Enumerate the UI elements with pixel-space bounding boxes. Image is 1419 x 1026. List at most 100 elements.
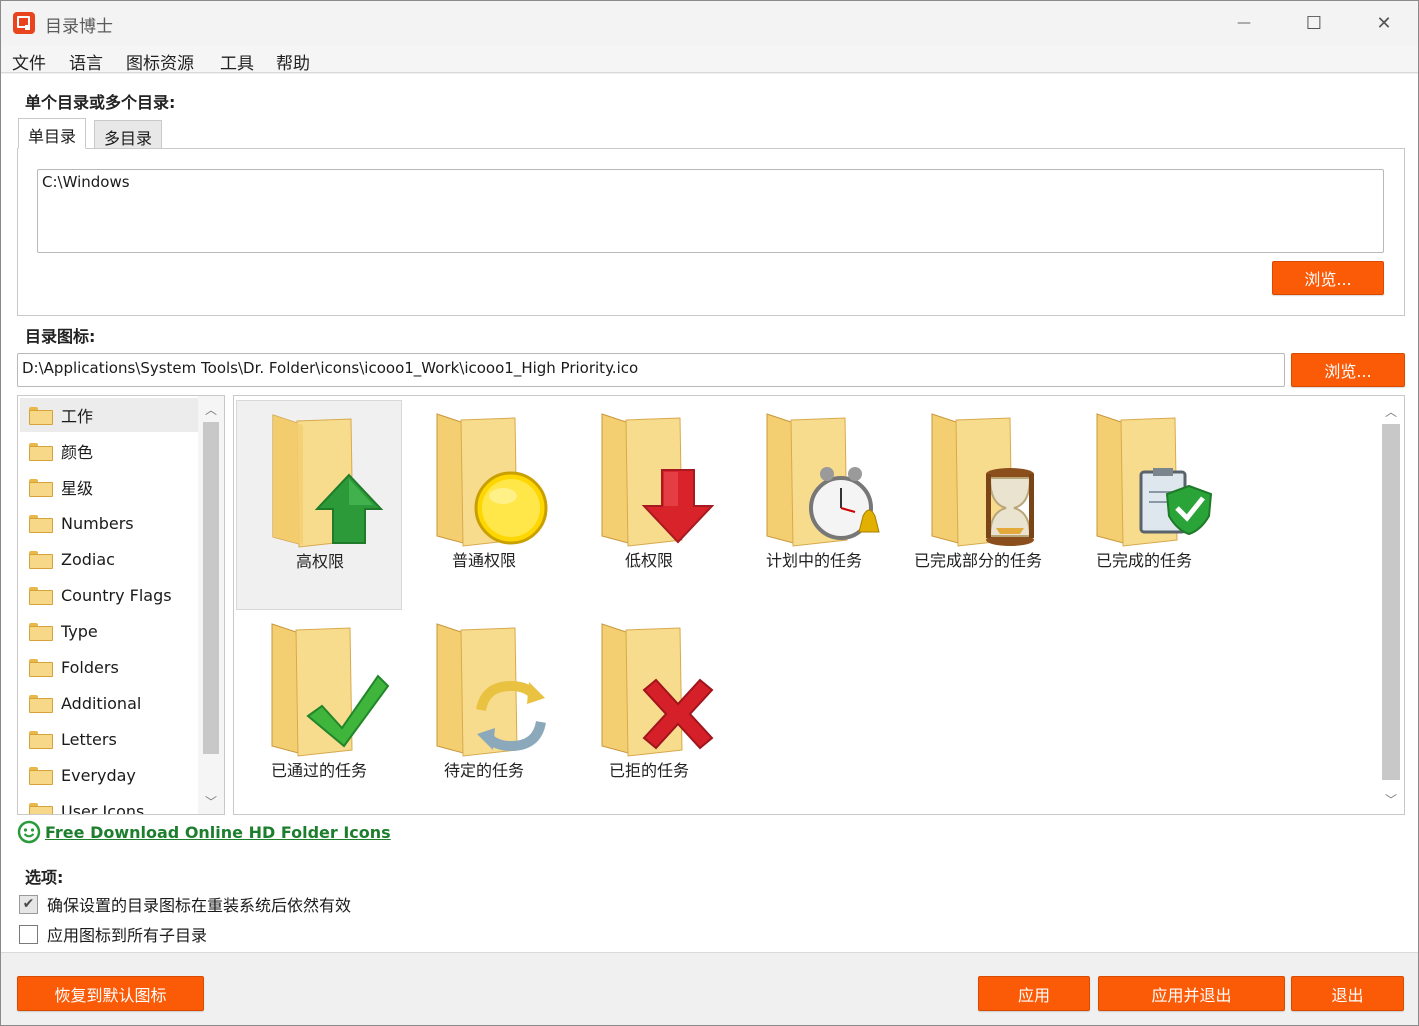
options-label: 选项: [25,868,64,887]
directory-tab-panel: C:\Windows 浏览... [17,148,1405,316]
folder-icon [29,443,53,461]
directory-section-label: 单个目录或多个目录: [25,93,176,112]
clipboard-shield-folder-icon [1096,413,1213,547]
category-item-work[interactable]: 工作 [20,398,198,432]
icon-item-rejected-task[interactable]: 已拒的任务 [566,610,732,814]
icon-grid: 高权限 普通权限 低权限 计划中的任务 已完成部分的任务 已完成的任务 已通过的… [233,395,1405,815]
download-icons-link[interactable]: Free Download Online HD Folder Icons [45,823,391,842]
category-item-numbers[interactable]: Numbers [20,506,198,540]
apply-and-exit-button[interactable]: 应用并退出 [1098,976,1285,1011]
folder-icon [29,659,53,677]
icon-label: 已通过的任务 [270,761,367,780]
menu-help[interactable]: 帮助 [276,49,310,74]
chevron-up-icon[interactable]: ︿ [198,398,224,420]
icon-item-low-priority[interactable]: 低权限 [566,400,732,610]
icon-label: 待定的任务 [443,761,524,780]
category-label: Additional [61,693,142,713]
category-item-country-flags[interactable]: Country Flags [20,578,198,612]
checkbox-checked[interactable]: ✔ [19,894,38,914]
icon-item-normal-priority[interactable]: 普通权限 [401,400,567,610]
category-item-letters[interactable]: Letters [20,722,198,756]
folder-icon [29,479,53,497]
maximize-icon: ☐ [1305,12,1323,34]
menu-file[interactable]: 文件 [12,49,46,74]
restore-default-icon-button[interactable]: 恢复到默认图标 [17,976,204,1011]
chevron-down-icon[interactable]: ﹀ [1378,788,1404,810]
green-check-folder-icon [271,623,390,757]
main-content: 单个目录或多个目录: 单目录 多目录 C:\Windows 浏览... 目录图标… [1,74,1418,1025]
minimize-button[interactable]: — [1209,1,1279,45]
checkbox-unchecked[interactable] [19,924,38,944]
app-window: 目录博士 — ☐ ✕ 文件 语言 图标资源 工具 帮助 单个目录或多个目录: 单… [0,0,1419,1026]
folder-icon [29,731,53,749]
icon-label: 高权限 [295,552,344,571]
directory-path-field[interactable]: C:\Windows [37,169,1384,253]
tab-single-directory[interactable]: 单目录 [18,118,87,149]
smiley-icon [17,820,41,844]
alarm-clock-folder-icon [766,413,880,547]
icon-section-label: 目录图标: [25,327,96,346]
icon-label: 已完成部分的任务 [914,551,1043,570]
icon-item-completed-task[interactable]: 已完成的任务 [1061,400,1227,610]
folder-icon [29,551,53,569]
menu-language[interactable]: 语言 [69,49,103,74]
folder-icon [29,767,53,785]
folder-icon [29,515,53,533]
refresh-arrows-folder-icon [436,623,546,757]
icon-label: 低权限 [624,551,673,570]
tab-multiple-directories[interactable]: 多目录 [94,120,163,149]
bottom-button-bar: 恢复到默认图标 应用 应用并退出 退出 [1,953,1418,1025]
category-item-additional[interactable]: Additional [20,686,198,720]
scrollbar-thumb[interactable] [1382,424,1400,780]
icon-item-pending-task[interactable]: 待定的任务 [401,610,567,814]
category-label: Letters [61,729,117,749]
chevron-up-icon[interactable]: ︿ [1378,400,1404,422]
icon-item-scheduled-task[interactable]: 计划中的任务 [731,400,897,610]
exit-button[interactable]: 退出 [1291,976,1404,1011]
category-label: User Icons [61,801,145,815]
maximize-button[interactable]: ☐ [1279,1,1349,45]
icon-label: 计划中的任务 [765,551,862,570]
option-label: 确保设置的目录图标在重装系统后依然有效 [47,896,352,915]
title-bar: 目录博士 — ☐ ✕ [1,1,1418,45]
browse-directory-button[interactable]: 浏览... [1272,261,1384,295]
icon-item-partially-completed-task[interactable]: 已完成部分的任务 [896,400,1062,610]
category-item-stars[interactable]: 星级 [20,470,198,504]
option-apply-to-subfolders[interactable]: 应用图标到所有子目录 [19,922,207,946]
icon-label: 已拒的任务 [608,761,689,780]
category-item-folders[interactable]: Folders [20,650,198,684]
category-item-everyday[interactable]: Everyday [20,758,198,792]
apply-button[interactable]: 应用 [978,976,1090,1011]
icon-label: 已完成的任务 [1095,551,1192,570]
category-label: 工作 [61,407,94,426]
close-button[interactable]: ✕ [1349,1,1419,45]
chevron-down-icon[interactable]: ﹀ [198,790,224,812]
category-label: Folders [61,657,119,677]
category-label: Zodiac [61,549,115,569]
download-link-row: Free Download Online HD Folder Icons [17,820,391,844]
category-list: 工作 颜色 星级 Numbers Zodiac Country Flags Ty… [17,395,225,815]
category-item-zodiac[interactable]: Zodiac [20,542,198,576]
high-priority-folder-icon [272,414,384,548]
low-priority-folder-icon [601,413,714,547]
icon-item-approved-task[interactable]: 已通过的任务 [236,610,402,814]
browse-icon-button[interactable]: 浏览... [1291,353,1405,387]
menu-tools[interactable]: 工具 [220,49,254,74]
category-label: 颜色 [61,443,94,462]
category-item-type[interactable]: Type [20,614,198,648]
folder-icon [29,695,53,713]
menu-icon-resources[interactable]: 图标资源 [126,49,194,74]
icon-item-high-priority[interactable]: 高权限 [236,400,402,610]
option-persist-after-reinstall[interactable]: ✔ 确保设置的目录图标在重装系统后依然有效 [19,892,351,916]
window-title: 目录博士 [45,17,113,37]
category-label: Country Flags [61,585,172,605]
category-item-colors[interactable]: 颜色 [20,434,198,468]
category-label: Type [61,621,98,641]
scrollbar-thumb[interactable] [203,422,219,754]
category-scrollbar[interactable]: ︿ ﹀ [198,396,224,814]
icon-grid-scrollbar[interactable]: ︿ ﹀ [1378,396,1404,814]
folder-icon [29,803,53,814]
icon-path-field[interactable]: D:\Applications\System Tools\Dr. Folder\… [17,353,1285,387]
category-item-user-icons[interactable]: User Icons [20,794,198,815]
hourglass-folder-icon [931,413,1034,547]
